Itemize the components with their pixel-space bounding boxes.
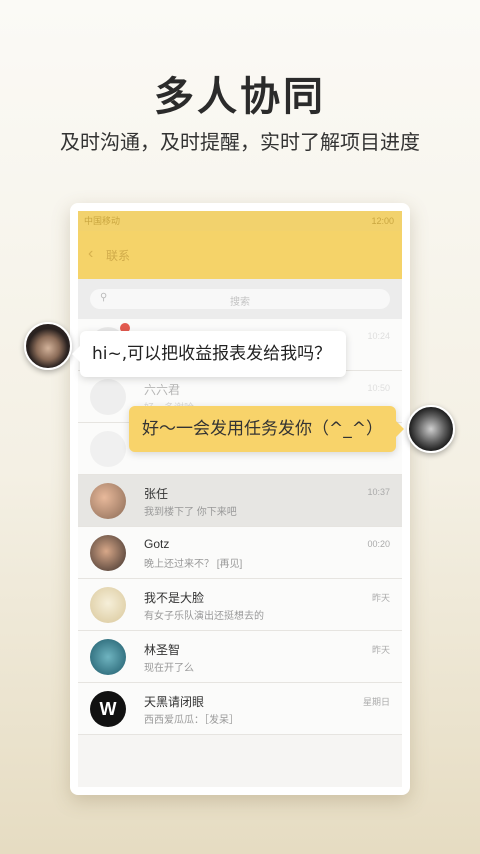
message-time: 10:50 bbox=[367, 383, 390, 393]
chat-row[interactable]: Gotz 晚上还过来不？ [再见] 00:20 bbox=[78, 527, 402, 579]
chat-row[interactable]: 林圣智 现在开了么 昨天 bbox=[78, 631, 402, 683]
group-avatar bbox=[90, 431, 126, 467]
contact-name: 我不是大脸 bbox=[144, 591, 205, 605]
status-time: 12:00 bbox=[371, 216, 394, 226]
status-bar: 中国移动 12:00 bbox=[78, 211, 402, 231]
last-message: 西西爱瓜瓜：［发呆］ bbox=[144, 715, 239, 726]
contact-name: 张任 bbox=[144, 487, 169, 501]
last-message: 有女子乐队演出还挺想去的 bbox=[144, 611, 264, 622]
message-time: 星期日 bbox=[362, 697, 390, 707]
nav-title: 联系 bbox=[106, 249, 131, 263]
last-message: 现在开了么 bbox=[144, 663, 194, 674]
message-time: 10:24 bbox=[367, 331, 390, 341]
chat-row[interactable]: 张任 我到楼下了 你下来吧 10:37 bbox=[78, 475, 402, 527]
search-placeholder: 搜索 bbox=[230, 297, 250, 308]
search-input[interactable]: ⚲ 搜索 bbox=[90, 289, 390, 309]
phone-screen: 中国移动 12:00 ‹ 联系 ⚲ 搜索 10:24 六六君 10:50 张任 … bbox=[78, 211, 402, 787]
wwe-logo-avatar: W bbox=[90, 691, 126, 727]
chat-row[interactable]: W 天黑请闭眼 西西爱瓜瓜：［发呆］ 星期日 bbox=[78, 683, 402, 735]
phone-frame: 中国移动 12:00 ‹ 联系 ⚲ 搜索 10:24 六六君 10:50 张任 … bbox=[70, 203, 410, 795]
chat-list: 10:24 六六君 好，多谢哈 10:50 张任 我到楼下了 你下来吧 10:3… bbox=[78, 319, 402, 735]
message-bubble-outgoing: 好～一会发用任务发你（^_^） bbox=[129, 406, 404, 452]
search-bar: ⚲ 搜索 bbox=[78, 279, 402, 319]
promo-subtitle: 及时沟通，及时提醒，实时了解项目进度 bbox=[60, 130, 420, 154]
receiver-avatar bbox=[407, 405, 455, 453]
contact-avatar bbox=[90, 587, 126, 623]
contact-avatar bbox=[90, 483, 126, 519]
status-carrier: 中国移动 bbox=[84, 216, 121, 226]
message-time: 昨天 bbox=[371, 645, 390, 655]
contact-name: 天黑请闭眼 bbox=[144, 695, 205, 709]
contact-avatar bbox=[90, 535, 126, 571]
message-bubble-incoming: hi~,可以把收益报表发给我吗？ bbox=[72, 331, 346, 377]
contact-avatar bbox=[90, 379, 126, 415]
last-message: 晚上还过来不？ [再见] bbox=[144, 559, 243, 570]
message-time: 10:37 bbox=[367, 487, 390, 497]
contact-name: 林圣智 bbox=[144, 643, 181, 657]
message-time: 昨天 bbox=[371, 593, 390, 603]
chat-row[interactable]: 我不是大脸 有女子乐队演出还挺想去的 昨天 bbox=[78, 579, 402, 631]
last-message: 我到楼下了 你下来吧 bbox=[144, 507, 237, 518]
promo-title: 多人协同 bbox=[154, 74, 326, 120]
nav-bar: ‹ 联系 bbox=[78, 231, 402, 279]
back-arrow-icon[interactable]: ‹ bbox=[88, 245, 93, 263]
sender-avatar bbox=[24, 322, 72, 370]
contact-name: Gotz bbox=[144, 537, 170, 551]
contact-avatar bbox=[90, 639, 126, 675]
message-time: 00:20 bbox=[367, 539, 390, 549]
contact-name: 六六君 bbox=[144, 383, 181, 397]
